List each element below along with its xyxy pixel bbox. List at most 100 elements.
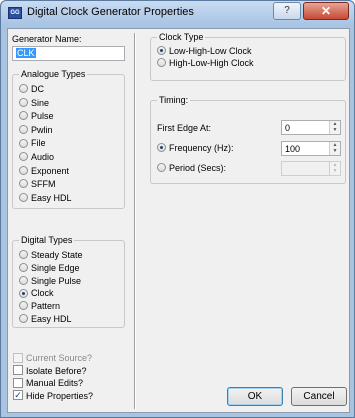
spin-down-icon[interactable]: ▼ xyxy=(330,168,340,174)
analogue-radio-exponent[interactable]: Exponent xyxy=(19,166,69,177)
first-edge-spinbox[interactable]: 0 ▲ ▼ xyxy=(281,120,341,135)
radio-icon xyxy=(19,138,28,148)
ok-button[interactable]: OK xyxy=(227,387,283,406)
spin-down-icon[interactable]: ▼ xyxy=(330,127,340,133)
analogue-option-label: DC xyxy=(31,84,44,94)
analogue-option-label: Pwlin xyxy=(31,124,53,135)
dialog-window: GG Digital Clock Generator Properties ? … xyxy=(0,0,355,418)
clock-type-radio-low-high-low-clock[interactable]: Low-High-Low Clock xyxy=(157,46,252,57)
frequency-value: 100 xyxy=(285,144,301,154)
checkbox-label: Hide Properties? xyxy=(26,390,94,401)
analogue-radio-pulse[interactable]: Pulse xyxy=(19,111,54,122)
clock-type-option-label: Low-High-Low Clock xyxy=(169,46,252,56)
first-edge-spin-arrows[interactable]: ▲ ▼ xyxy=(329,121,340,134)
help-button[interactable]: ? xyxy=(273,2,301,20)
clock-type-title: Clock Type xyxy=(157,32,206,42)
digital-radio-single-pulse[interactable]: Single Pulse xyxy=(19,276,81,287)
radio-icon xyxy=(19,262,28,272)
analogue-radio-sine[interactable]: Sine xyxy=(19,98,49,109)
analogue-option-label: Pulse xyxy=(31,111,54,122)
digital-option-label: Single Pulse xyxy=(31,275,82,286)
radio-icon xyxy=(19,301,28,311)
digital-option-label: Single Edge xyxy=(31,262,80,273)
radio-icon xyxy=(157,163,166,173)
analogue-radio-dc[interactable]: DC xyxy=(19,84,44,95)
dialog-body: Generator Name: CLK Analogue Types DC Sin… xyxy=(7,28,350,413)
analogue-radio-easy-hdl[interactable]: Easy HDL xyxy=(19,193,72,204)
analogue-option-label: Easy HDL xyxy=(31,192,72,203)
digital-types-title: Digital Types xyxy=(19,235,75,245)
close-button[interactable]: ✕ xyxy=(303,2,349,20)
column-divider xyxy=(134,33,136,409)
clock-type-group: Clock Type Low-High-Low Clock High-Low-Hi… xyxy=(150,32,346,81)
checkbox-label: Manual Edits? xyxy=(26,378,84,388)
timing-title: Timing: xyxy=(157,95,191,105)
frequency-label: Frequency (Hz): xyxy=(169,143,234,153)
radio-icon xyxy=(157,143,166,153)
frequency-radio[interactable]: Frequency (Hz): xyxy=(157,143,234,154)
checkbox-icon xyxy=(13,377,23,388)
radio-icon xyxy=(19,97,28,107)
checkbox-hide-properties[interactable]: ✓ Hide Properties? xyxy=(13,390,94,402)
generator-name-label: Generator Name: xyxy=(12,34,82,44)
analogue-radio-file[interactable]: File xyxy=(19,138,46,149)
digital-radio-easy-hdl[interactable]: Easy HDL xyxy=(19,314,72,325)
checkbox-icon xyxy=(13,365,23,376)
radio-icon xyxy=(19,124,28,134)
radio-icon xyxy=(19,314,28,324)
clock-type-radio-high-low-high-clock[interactable]: High-Low-High Clock xyxy=(157,58,254,69)
period-label: Period (Secs): xyxy=(169,163,227,173)
frequency-spinbox[interactable]: 100 ▲ ▼ xyxy=(281,141,341,156)
checkbox-label: Isolate Before? xyxy=(26,365,87,376)
radio-icon xyxy=(157,58,166,68)
analogue-option-label: Sine xyxy=(31,97,50,108)
period-radio[interactable]: Period (Secs): xyxy=(157,163,226,174)
checkbox-isolate-before[interactable]: Isolate Before? xyxy=(13,365,87,377)
first-edge-value: 0 xyxy=(285,123,291,133)
analogue-option-label: SFFM xyxy=(31,179,56,190)
radio-icon xyxy=(19,250,28,260)
digital-option-label: Steady State xyxy=(31,250,83,260)
radio-icon xyxy=(19,84,28,94)
radio-icon xyxy=(19,192,28,202)
window-title: Digital Clock Generator Properties xyxy=(27,6,194,18)
radio-icon xyxy=(19,179,28,189)
digital-radio-clock[interactable]: Clock xyxy=(19,288,54,299)
radio-icon xyxy=(19,275,28,285)
radio-icon xyxy=(19,288,28,298)
analogue-radio-pwlin[interactable]: Pwlin xyxy=(19,125,53,136)
period-spin-arrows[interactable]: ▲ ▼ xyxy=(329,162,340,175)
app-icon: GG xyxy=(8,7,22,19)
digital-types-group: Digital Types Steady State Single Edge Sin… xyxy=(12,235,125,328)
analogue-radio-sffm[interactable]: SFFM xyxy=(19,179,56,190)
timing-group: Timing: First Edge At: 0 ▲ ▼ Frequency (H… xyxy=(150,95,346,184)
checkbox-icon xyxy=(13,352,23,363)
generator-name-input[interactable]: CLK xyxy=(12,46,125,61)
checkbox-manual-edits[interactable]: Manual Edits? xyxy=(13,377,84,389)
frequency-spin-arrows[interactable]: ▲ ▼ xyxy=(329,142,340,155)
first-edge-label: First Edge At: xyxy=(157,123,212,133)
radio-icon xyxy=(19,152,28,162)
digital-radio-steady-state[interactable]: Steady State xyxy=(19,250,83,261)
analogue-option-label: Exponent xyxy=(31,165,70,176)
analogue-radio-audio[interactable]: Audio xyxy=(19,152,54,163)
analogue-types-title: Analogue Types xyxy=(19,69,88,79)
period-spinbox[interactable]: ▲ ▼ xyxy=(281,161,341,176)
digital-option-label: Pattern xyxy=(31,301,61,312)
radio-icon xyxy=(157,46,166,56)
checkbox-label: Current Source? xyxy=(26,353,93,363)
digital-option-label: Clock xyxy=(31,288,54,299)
spin-down-icon[interactable]: ▼ xyxy=(330,148,340,154)
radio-icon xyxy=(19,165,28,175)
digital-radio-pattern[interactable]: Pattern xyxy=(19,301,60,312)
analogue-option-label: Audio xyxy=(31,152,55,162)
cancel-button[interactable]: Cancel xyxy=(291,387,347,406)
generator-name-value: CLK xyxy=(16,48,36,58)
digital-radio-single-edge[interactable]: Single Edge xyxy=(19,263,80,274)
analogue-option-label: File xyxy=(31,138,46,149)
title-bar[interactable]: GG Digital Clock Generator Properties ? … xyxy=(1,1,354,25)
analogue-types-group: Analogue Types DC Sine Pulse Pwlin File Audio… xyxy=(12,69,125,209)
radio-icon xyxy=(19,111,28,121)
clock-type-option-label: High-Low-High Clock xyxy=(169,58,254,68)
digital-option-label: Easy HDL xyxy=(31,314,72,324)
